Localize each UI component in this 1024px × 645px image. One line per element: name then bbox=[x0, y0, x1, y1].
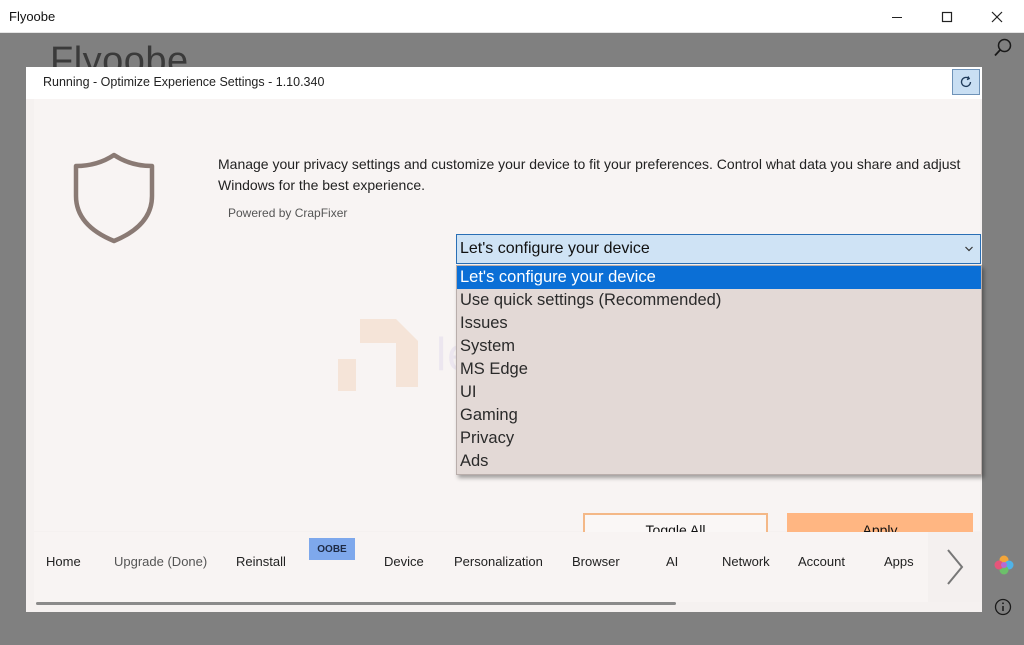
settings-dialog: Running - Optimize Experience Settings -… bbox=[26, 67, 982, 612]
chevron-down-icon bbox=[965, 246, 973, 252]
dialog-header: Running - Optimize Experience Settings -… bbox=[26, 67, 982, 99]
nav-item-reinstall[interactable]: Reinstall bbox=[236, 554, 286, 569]
option-quick-settings[interactable]: Use quick settings (Recommended) bbox=[457, 289, 981, 312]
nav-scrollbar[interactable] bbox=[36, 602, 676, 605]
maximize-icon bbox=[941, 11, 953, 22]
info-icon[interactable] bbox=[994, 598, 1012, 616]
title-bar: Flyoobe bbox=[0, 0, 1024, 33]
nav-item-upgrade[interactable]: Upgrade (Done) bbox=[114, 554, 207, 569]
configuration-select[interactable]: Let's configure your device bbox=[456, 234, 981, 264]
option-privacy[interactable]: Privacy bbox=[457, 427, 981, 450]
app-logo-icon bbox=[994, 555, 1014, 575]
bottom-nav: OOBE Home Upgrade (Done) Reinstall Devic… bbox=[34, 532, 929, 602]
nav-item-personalization[interactable]: Personalization bbox=[454, 554, 543, 569]
search-icon[interactable] bbox=[992, 37, 1014, 59]
nav-item-account[interactable]: Account bbox=[798, 554, 845, 569]
nav-item-apps[interactable]: Apps bbox=[884, 554, 914, 569]
configuration-options-list: Let's configure your device Use quick se… bbox=[456, 265, 982, 475]
minimize-button[interactable] bbox=[872, 0, 922, 33]
option-ads[interactable]: Ads bbox=[457, 450, 981, 473]
app-title: Flyoobe bbox=[9, 9, 56, 24]
maximize-button[interactable] bbox=[922, 0, 972, 33]
nav-item-device[interactable]: Device bbox=[384, 554, 424, 569]
dialog-title: Running - Optimize Experience Settings -… bbox=[43, 75, 325, 89]
minimize-icon bbox=[892, 16, 902, 18]
option-configure-device[interactable]: Let's configure your device bbox=[457, 266, 981, 289]
nav-item-browser[interactable]: Browser bbox=[572, 554, 620, 569]
description-text: Manage your privacy settings and customi… bbox=[218, 156, 961, 193]
chevron-right-icon bbox=[947, 549, 964, 585]
close-icon bbox=[991, 11, 1003, 22]
option-gaming[interactable]: Gaming bbox=[457, 404, 981, 427]
nav-item-ai[interactable]: AI bbox=[666, 554, 678, 569]
watermark-logo-icon bbox=[338, 319, 418, 391]
nav-item-home[interactable]: Home bbox=[46, 554, 81, 569]
refresh-icon bbox=[960, 76, 972, 88]
option-ms-edge[interactable]: MS Edge bbox=[457, 358, 981, 381]
refresh-button[interactable] bbox=[952, 69, 980, 95]
nav-item-network[interactable]: Network bbox=[722, 554, 770, 569]
shield-icon bbox=[73, 152, 155, 244]
close-button[interactable] bbox=[972, 0, 1022, 33]
select-value: Let's configure your device bbox=[460, 240, 650, 257]
option-ui[interactable]: UI bbox=[457, 381, 981, 404]
dialog-content: Manage your privacy settings and customi… bbox=[34, 99, 982, 547]
nav-next-button[interactable] bbox=[928, 532, 982, 602]
oobe-badge: OOBE bbox=[309, 538, 355, 560]
powered-by-label: Powered by CrapFixer bbox=[228, 206, 348, 220]
option-system[interactable]: System bbox=[457, 335, 981, 358]
option-issues[interactable]: Issues bbox=[457, 312, 981, 335]
